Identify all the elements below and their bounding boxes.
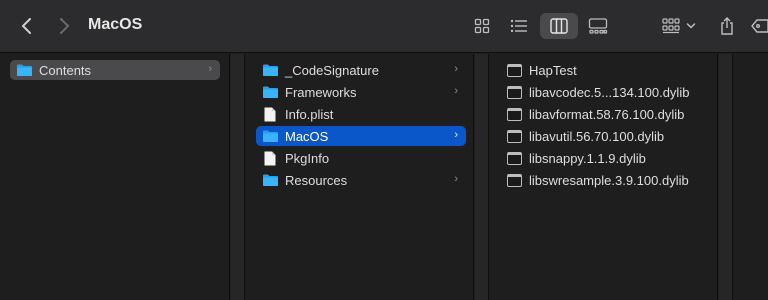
column-2: _CodeSignature › Frameworks › Info.plist… — [246, 54, 474, 300]
row-label: libavformat.58.76.100.dylib — [529, 106, 685, 122]
column-4 — [734, 54, 768, 300]
list-view-icon — [510, 19, 527, 33]
row-contents[interactable]: Contents › — [10, 60, 220, 80]
row-label: MacOS — [285, 128, 329, 144]
list-view-button[interactable] — [506, 13, 532, 39]
row-libavcodec[interactable]: libavcodec.5...134.100.dylib — [500, 82, 710, 102]
gallery-view-icon — [588, 18, 608, 34]
column-view-icon — [550, 18, 568, 34]
chevron-right-icon: › — [454, 129, 458, 141]
group-by-button[interactable] — [658, 13, 700, 39]
tag-icon — [751, 19, 768, 33]
row-label: _CodeSignature — [285, 62, 379, 78]
back-button[interactable] — [15, 14, 39, 38]
folder-icon — [262, 128, 278, 144]
row-label: HapTest — [529, 62, 577, 78]
chevron-right-icon: › — [454, 85, 458, 97]
row-info-plist[interactable]: Info.plist — [256, 104, 466, 124]
executable-icon — [506, 172, 522, 188]
row-libavutil[interactable]: libavutil.56.70.100.dylib — [500, 126, 710, 146]
chevron-right-icon: › — [454, 173, 458, 185]
icon-view-button[interactable] — [470, 13, 494, 39]
chevron-left-icon — [22, 18, 31, 34]
folder-icon — [262, 62, 278, 78]
row-label: Contents — [39, 62, 92, 78]
folder-icon — [262, 172, 278, 188]
document-icon — [262, 150, 278, 166]
chevron-right-icon: › — [208, 63, 212, 75]
gallery-view-button[interactable] — [584, 13, 612, 39]
folder-icon — [262, 84, 278, 100]
icon-view-icon — [474, 18, 490, 34]
row-label: Resources — [285, 172, 348, 188]
executable-icon — [506, 62, 522, 78]
row-libavformat[interactable]: libavformat.58.76.100.dylib — [500, 104, 710, 124]
column-divider[interactable] — [719, 54, 733, 300]
row-resources[interactable]: Resources › — [256, 170, 466, 190]
row-label: libavcodec.5...134.100.dylib — [529, 84, 690, 100]
row-label: libsnappy.1.1.9.dylib — [529, 150, 646, 166]
executable-icon — [506, 150, 522, 166]
column-divider[interactable] — [475, 54, 489, 300]
chevron-right-icon — [60, 18, 69, 34]
chevron-down-icon — [686, 23, 696, 29]
row-label: libavutil.56.70.100.dylib — [529, 128, 665, 144]
row-label: Info.plist — [285, 106, 334, 122]
group-by-icon — [662, 18, 680, 34]
column-3: HapTest libavcodec.5...134.100.dylib lib… — [490, 54, 718, 300]
row-frameworks[interactable]: Frameworks › — [256, 82, 466, 102]
column-view-button[interactable] — [540, 13, 578, 39]
row-macos[interactable]: MacOS › — [256, 126, 466, 146]
document-icon — [262, 106, 278, 122]
toolbar: MacOS — [0, 0, 768, 53]
row-label: libswresample.3.9.100.dylib — [529, 172, 689, 188]
row-label: PkgInfo — [285, 150, 330, 166]
folder-icon — [16, 62, 32, 78]
forward-button[interactable] — [52, 14, 76, 38]
row-libsnappy[interactable]: libsnappy.1.1.9.dylib — [500, 148, 710, 168]
row-codesignature[interactable]: _CodeSignature › — [256, 60, 466, 80]
row-pkginfo[interactable]: PkgInfo — [256, 148, 466, 168]
row-label: Frameworks — [285, 84, 357, 100]
executable-icon — [506, 106, 522, 122]
column-divider[interactable] — [231, 54, 245, 300]
tags-button[interactable] — [748, 13, 768, 39]
share-button[interactable] — [716, 13, 738, 39]
column-1: Contents › — [0, 54, 230, 300]
executable-icon — [506, 84, 522, 100]
row-haptest[interactable]: HapTest — [500, 60, 710, 80]
window-title: MacOS — [88, 16, 143, 33]
executable-icon — [506, 128, 522, 144]
row-libswresample[interactable]: libswresample.3.9.100.dylib — [500, 170, 710, 190]
share-icon — [721, 17, 733, 35]
chevron-right-icon: › — [454, 63, 458, 75]
